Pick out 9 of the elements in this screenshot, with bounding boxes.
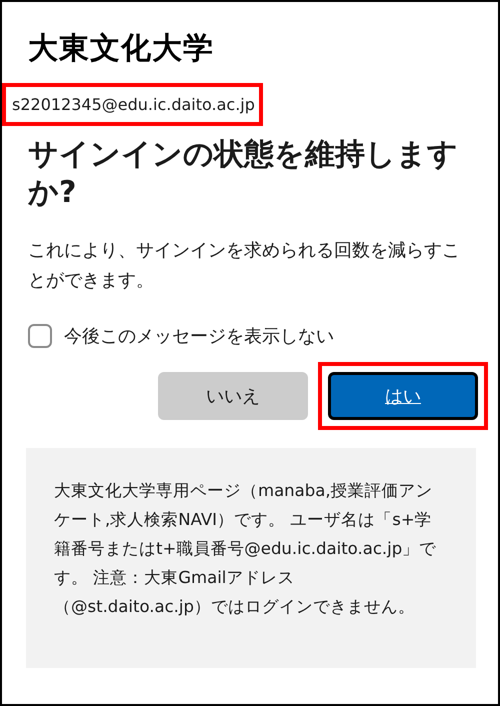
- no-button[interactable]: いいえ: [158, 372, 308, 420]
- description-text: これにより、サインインを求められる回数を減らすことができます。: [28, 239, 461, 293]
- checkbox[interactable]: [28, 324, 52, 348]
- checkbox-label[interactable]: 今後このメッセージを表示しない: [64, 324, 334, 348]
- info-text: 大東文化大学専用ページ（manaba,授業評価アンケート,求人検索NAVI）です。 ユーザ名は「s+学籍番号またはt+職員番号@edu.ic.daito.ac.jp」です。 注意：大東Gmailアドレス（@st.daito.ac.jp）ではログインできません。: [54, 480, 438, 618]
- account-email: s22012345@edu.ic.daito.ac.jp: [2, 83, 263, 126]
- university-logo: 大東文化大学: [28, 30, 214, 68]
- yes-button[interactable]: はい: [328, 372, 478, 420]
- page-title: サインインの状態を維持しますか?: [28, 136, 459, 212]
